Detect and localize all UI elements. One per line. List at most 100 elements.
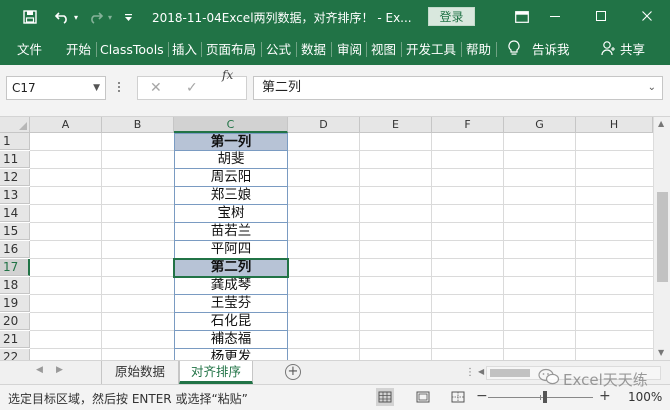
undo-dropdown-icon[interactable]: ▾ (71, 7, 81, 27)
cell-c13[interactable]: 郑三娘 (174, 187, 288, 205)
status-message: 选定目标区域，然后按 ENTER 或选择“粘贴” (8, 392, 248, 406)
redo-dropdown-icon[interactable]: ▾ (105, 7, 115, 27)
share-button[interactable]: 共享 (620, 41, 645, 58)
column-header-d[interactable]: D (288, 117, 360, 133)
row-header-16[interactable]: 16 (0, 241, 30, 258)
column-header-a[interactable]: A (30, 117, 102, 133)
undo-icon[interactable] (52, 7, 72, 27)
tab-classtools[interactable]: ClassTools (100, 41, 164, 58)
row-header-20[interactable]: 20 (0, 313, 30, 330)
column-header-e[interactable]: E (360, 117, 432, 133)
gridline (30, 330, 653, 331)
cell-c22[interactable]: 杨更发 (174, 349, 288, 360)
row-header-18[interactable]: 18 (0, 277, 30, 294)
zoom-out-icon[interactable]: − (476, 388, 488, 404)
row-header-17[interactable]: 17 (0, 259, 30, 276)
column-header-f[interactable]: F (432, 117, 504, 133)
tab-data[interactable]: 数据 (301, 41, 326, 58)
column-header-h[interactable]: H (576, 117, 653, 133)
gridline (30, 240, 653, 241)
row-header-15[interactable]: 15 (0, 223, 30, 240)
tab-view[interactable]: 视图 (371, 41, 396, 58)
minimize-button[interactable] (537, 4, 573, 28)
cell-c12[interactable]: 周云阳 (174, 169, 288, 187)
select-all-button[interactable] (0, 117, 30, 133)
column-header-c[interactable]: C (174, 117, 288, 133)
window-title: 2018-11-04Excel两列数据，对齐排序！ - Ex... (152, 11, 412, 25)
sheet-tab-original[interactable]: 原始数据 (101, 361, 179, 384)
cell-c1[interactable]: 第一列 (174, 133, 288, 151)
row-header-12[interactable]: 12 (0, 169, 30, 186)
cell-c20[interactable]: 石化昆 (174, 313, 288, 331)
tab-formulas[interactable]: 公式 (266, 41, 291, 58)
vertical-scroll-thumb[interactable] (657, 192, 668, 282)
row-header-1[interactable]: 1 (0, 133, 30, 150)
scroll-up-icon[interactable]: ▲ (658, 119, 664, 128)
tab-page-layout[interactable]: 页面布局 (206, 41, 256, 58)
page-break-preview-icon[interactable] (449, 388, 467, 406)
tab-developer[interactable]: 开发工具 (406, 41, 456, 58)
column-header-g[interactable]: G (504, 117, 576, 133)
save-icon[interactable] (20, 7, 40, 27)
cell-c19[interactable]: 王莹芬 (174, 295, 288, 313)
worksheet-grid[interactable]: A B C D E F G H 1 11 12 13 14 15 16 17 1… (0, 117, 670, 360)
gridline (30, 348, 653, 349)
formula-input[interactable]: 第二列 ⌄ (253, 76, 663, 100)
gridline (30, 168, 653, 169)
ribbon-display-options-icon[interactable] (511, 7, 533, 27)
scroll-down-icon[interactable]: ▼ (658, 348, 664, 357)
formula-bar-grip-icon[interactable] (118, 82, 122, 94)
cell-c14[interactable]: 宝树 (174, 205, 288, 223)
add-sheet-icon[interactable]: + (285, 364, 301, 380)
tab-separator (261, 42, 262, 57)
customize-toolbar-icon[interactable] (122, 7, 134, 27)
next-sheet-icon[interactable]: ▶ (56, 365, 63, 375)
title-bar: ▾ ▾ 2018-11-04Excel两列数据，对齐排序！ - Ex... 登录 (0, 0, 670, 34)
tell-me-box[interactable]: 告诉我 (532, 41, 570, 58)
maximize-button[interactable] (583, 4, 619, 28)
tab-separator (296, 42, 297, 57)
expand-formula-bar-icon[interactable]: ⌄ (648, 77, 656, 99)
close-button[interactable] (629, 4, 665, 28)
cell-c18[interactable]: 龚成琴 (174, 277, 288, 295)
tab-home[interactable]: 开始 (66, 41, 91, 58)
share-person-icon[interactable] (601, 40, 615, 57)
cell-c21[interactable]: 補态福 (174, 331, 288, 349)
name-box-dropdown-icon[interactable]: ▼ (93, 77, 100, 99)
name-box-value: C17 (12, 81, 36, 95)
page-layout-view-icon[interactable] (414, 388, 432, 406)
column-header-b[interactable]: B (102, 117, 174, 133)
prev-sheet-icon[interactable]: ◀ (36, 365, 43, 375)
tab-insert[interactable]: 插入 (172, 41, 197, 58)
sheet-tab-aligned[interactable]: 对齐排序 (179, 361, 253, 384)
name-box[interactable]: C17 ▼ (6, 76, 106, 100)
row-header-11[interactable]: 11 (0, 151, 30, 168)
row-header-21[interactable]: 21 (0, 331, 30, 348)
tab-separator (366, 42, 367, 57)
cell-c15[interactable]: 苗若兰 (174, 223, 288, 241)
row-header-14[interactable]: 14 (0, 205, 30, 222)
cell-c11[interactable]: 胡斐 (174, 151, 288, 169)
lightbulb-icon[interactable] (508, 40, 520, 57)
confirm-entry-icon[interactable]: ✓ (186, 80, 198, 96)
gridline (30, 276, 653, 277)
login-button[interactable]: 登录 (428, 7, 475, 26)
horizontal-scroll-thumb[interactable] (490, 369, 530, 377)
tab-help[interactable]: 帮助 (466, 41, 491, 58)
vertical-scrollbar[interactable]: ▲ ▼ (653, 117, 670, 360)
cancel-entry-icon[interactable]: ✕ (150, 80, 162, 96)
tab-file[interactable]: 文件 (17, 41, 42, 58)
tab-split-handle-icon[interactable]: ⋮ (465, 367, 475, 378)
tab-review[interactable]: 审阅 (337, 41, 362, 58)
row-header-19[interactable]: 19 (0, 295, 30, 312)
cell-c17[interactable]: 第二列 (173, 258, 289, 278)
redo-icon[interactable] (86, 7, 106, 27)
row-header-13[interactable]: 13 (0, 187, 30, 204)
insert-function-icon[interactable]: fx (222, 68, 233, 82)
cell-c16[interactable]: 平阿四 (174, 241, 288, 259)
gridline (30, 204, 653, 205)
row-header-22[interactable]: 22 (0, 349, 30, 360)
normal-view-icon[interactable] (376, 388, 394, 406)
tab-separator (96, 42, 97, 57)
scroll-left-icon[interactable]: ◀ (478, 367, 484, 376)
